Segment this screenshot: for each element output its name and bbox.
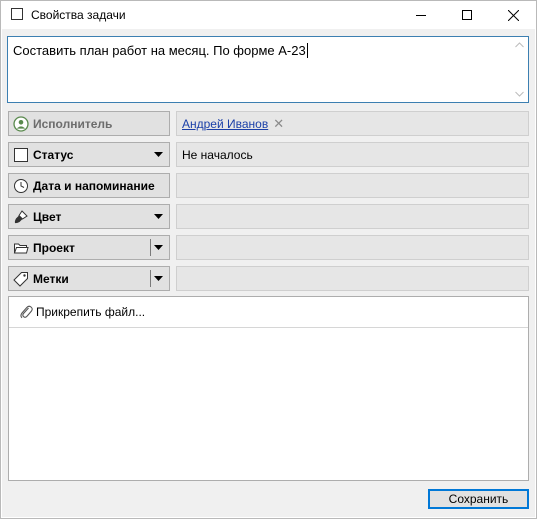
attachments-panel: Прикрепить файл... <box>8 296 529 481</box>
scroll-down-icon[interactable] <box>515 91 524 97</box>
tag-icon <box>12 270 30 288</box>
color-button[interactable]: Цвет <box>8 204 170 229</box>
vertical-scrollbar[interactable] <box>511 37 528 102</box>
task-text: Составить план работ на месяц. По форме … <box>13 43 306 58</box>
date-reminder-label: Дата и напоминание <box>33 178 155 193</box>
remove-assignee-icon[interactable]: ✕ <box>273 116 284 132</box>
maximize-icon <box>462 10 472 20</box>
status-value: Не началось <box>176 142 529 167</box>
task-complete-checkbox[interactable] <box>11 8 23 20</box>
paint-brush-icon <box>12 208 30 226</box>
text-caret <box>306 43 308 58</box>
assignee-label: Исполнитель <box>33 116 113 131</box>
date-reminder-button[interactable]: Дата и напоминание <box>8 173 170 198</box>
title-bar[interactable]: Свойства задачи <box>1 1 536 29</box>
assignee-button[interactable]: Исполнитель <box>8 111 170 136</box>
tags-button[interactable]: Метки <box>8 266 170 291</box>
attach-file-button[interactable]: Прикрепить файл... <box>9 297 528 328</box>
close-button[interactable] <box>490 1 536 29</box>
tags-value <box>176 266 529 291</box>
project-value <box>176 235 529 260</box>
chevron-down-icon <box>154 214 163 219</box>
chevron-down-icon <box>154 152 163 157</box>
chevron-down-icon[interactable] <box>154 245 163 250</box>
chevron-down-icon[interactable] <box>154 276 163 281</box>
project-button[interactable]: Проект <box>8 235 170 260</box>
folder-icon <box>12 239 30 257</box>
assignee-link[interactable]: Андрей Иванов <box>182 117 268 131</box>
scroll-up-icon[interactable] <box>515 42 524 48</box>
minimize-icon <box>416 15 426 16</box>
attach-file-label: Прикрепить файл... <box>36 305 146 319</box>
date-reminder-value <box>176 173 529 198</box>
window-title: Свойства задачи <box>31 8 126 22</box>
status-label: Статус <box>33 147 74 162</box>
clock-icon <box>12 177 30 195</box>
person-icon <box>12 115 30 133</box>
dialog-body: Составить план работ на месяц. По форме … <box>2 29 535 517</box>
maximize-button[interactable] <box>444 1 490 29</box>
save-button[interactable]: Сохранить <box>428 489 529 509</box>
status-button[interactable]: Статус <box>8 142 170 167</box>
assignee-value: Андрей Иванов ✕ <box>176 111 529 136</box>
status-checkbox-icon[interactable] <box>12 146 30 164</box>
close-icon <box>507 9 519 21</box>
project-label: Проект <box>33 240 75 255</box>
color-value <box>176 204 529 229</box>
split-separator <box>150 239 151 256</box>
color-label: Цвет <box>33 209 62 224</box>
minimize-button[interactable] <box>398 1 444 29</box>
task-properties-window: Свойства задачи Составить план работ на … <box>0 0 537 519</box>
tags-label: Метки <box>33 271 69 286</box>
paperclip-icon <box>20 305 33 319</box>
split-separator <box>150 270 151 287</box>
task-text-area[interactable]: Составить план работ на месяц. По форме … <box>7 36 529 103</box>
